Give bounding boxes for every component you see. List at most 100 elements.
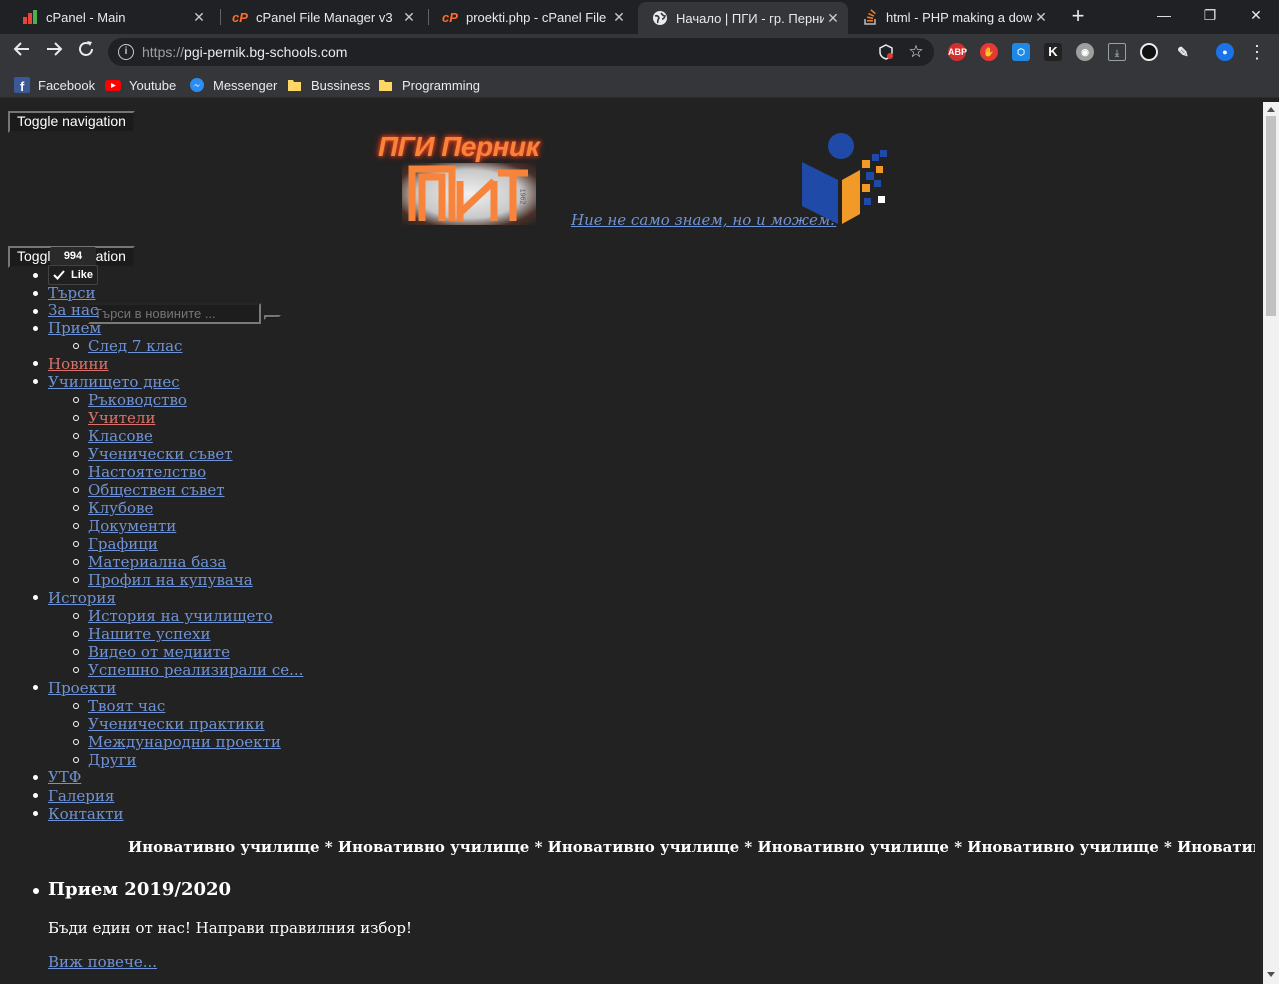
- nav-subitem-buyer-profile[interactable]: Профил на купувача: [88, 571, 253, 589]
- nav-item-school-today[interactable]: Училището днес: [48, 373, 180, 391]
- tab-title: cPanel File Manager v3: [256, 9, 393, 25]
- restore-button[interactable]: ❐: [1187, 0, 1233, 30]
- tab-stackoverflow[interactable]: html - PHP making a downl ✕: [848, 2, 1056, 32]
- nav-subitem-board[interactable]: Настоятелство: [88, 463, 206, 481]
- nav-item-news[interactable]: Новини: [48, 355, 109, 373]
- bookmark-youtube[interactable]: Youtube: [105, 76, 176, 94]
- back-button[interactable]: [10, 40, 34, 64]
- list-bullet: [73, 739, 79, 745]
- nav-item-gallery[interactable]: Галерия: [48, 787, 114, 805]
- adblock-extension-icon[interactable]: ABP: [948, 43, 967, 61]
- bookmark-facebook[interactable]: f Facebook: [14, 76, 95, 94]
- close-icon[interactable]: ✕: [400, 9, 418, 26]
- blocked-content-icon[interactable]: [878, 44, 894, 60]
- scroll-down-arrow-icon[interactable]: [1267, 972, 1275, 977]
- book-logo-icon: [802, 133, 887, 224]
- bookmark-messenger[interactable]: Messenger: [189, 76, 277, 94]
- list-bullet: [73, 577, 79, 583]
- pen-extension-icon[interactable]: ✎: [1174, 43, 1192, 61]
- nav-subitem-after-7th[interactable]: След 7 клас: [88, 337, 182, 355]
- list-bullet: [73, 397, 79, 403]
- address-bar[interactable]: i https://pgi-pernik.bg-schools.com ☆: [108, 38, 934, 66]
- translate-extension-icon[interactable]: ⬡: [1012, 43, 1030, 61]
- list-bullet: [73, 505, 79, 511]
- ghost-extension-icon[interactable]: ◉: [1076, 43, 1094, 61]
- profile-avatar-icon[interactable]: ●: [1216, 43, 1234, 61]
- list-bullet: [33, 685, 38, 690]
- bookmark-star-icon[interactable]: ☆: [908, 43, 924, 60]
- nav-subitem-documents[interactable]: Документи: [88, 517, 176, 535]
- marquee-text: Иновативно училище * Иновативно училище …: [128, 838, 1255, 856]
- tab-pgi-pernik[interactable]: Начало | ПГИ - гр. Перник ✕: [638, 2, 848, 34]
- list-bullet: [33, 793, 38, 798]
- toggle-navigation-button[interactable]: Toggle navigation: [8, 111, 135, 133]
- chrome-extension-icon[interactable]: [1140, 43, 1158, 61]
- close-icon[interactable]: ✕: [190, 9, 208, 26]
- list-bullet: [73, 451, 79, 457]
- scrollbar-thumb[interactable]: [1266, 116, 1276, 316]
- nav-subitem-international[interactable]: Международни проекти: [88, 733, 281, 751]
- page-scrollbar[interactable]: [1263, 102, 1279, 984]
- browser-toolbar: i https://pgi-pernik.bg-schools.com ☆ AB…: [0, 34, 1279, 70]
- slogan-link[interactable]: Ние не само знаем, но и можем!: [571, 211, 836, 229]
- nav-subitem-schedules[interactable]: Графици: [88, 535, 158, 553]
- stop-hand-extension-icon[interactable]: ✋: [980, 43, 998, 61]
- nav-subitem-student-council[interactable]: Ученически съвет: [88, 445, 233, 463]
- bookmark-folder-programming[interactable]: Programming: [378, 76, 480, 94]
- nav-subitem-clubs[interactable]: Клубове: [88, 499, 153, 517]
- nav-subitem-other[interactable]: Други: [88, 751, 136, 769]
- tab-cpanel-main[interactable]: cPanel - Main ✕: [8, 2, 214, 32]
- nav-item-contacts[interactable]: Контакти: [48, 805, 124, 823]
- close-icon[interactable]: ✕: [824, 10, 842, 27]
- close-icon[interactable]: ✕: [1032, 9, 1050, 26]
- site-info-icon[interactable]: i: [118, 44, 134, 60]
- menu-kebab-icon[interactable]: ⋮: [1245, 40, 1269, 64]
- stackoverflow-icon: [862, 9, 878, 25]
- url-text[interactable]: https://pgi-pernik.bg-schools.com: [142, 44, 347, 60]
- cpanel-logo-icon: cP: [442, 9, 458, 25]
- facebook-like-button[interactable]: Like: [48, 265, 98, 285]
- book-logo-image[interactable]: [800, 132, 890, 224]
- bookmark-folder-bussiness[interactable]: Bussiness: [287, 76, 370, 94]
- nav-item-search[interactable]: Търси: [48, 284, 96, 302]
- nav-subitem-alumni[interactable]: Успешно реализирали се...: [88, 661, 303, 679]
- reload-button[interactable]: [74, 40, 98, 64]
- list-bullet: [33, 595, 38, 600]
- forward-button[interactable]: [42, 40, 66, 64]
- list-bullet: [33, 326, 38, 331]
- scroll-up-arrow-icon[interactable]: [1267, 107, 1275, 112]
- news-search-input[interactable]: [88, 303, 261, 324]
- nav-item-utf[interactable]: УТФ: [48, 768, 81, 786]
- nav-subitem-student-practice[interactable]: Ученически практики: [88, 715, 265, 733]
- news-search-submit-button[interactable]: [264, 315, 281, 320]
- window-close-button[interactable]: ✕: [1233, 0, 1279, 30]
- nav-subitem-your-hour[interactable]: Твоят час: [88, 697, 165, 715]
- tab-title: cPanel - Main: [46, 9, 126, 25]
- list-bullet: [73, 703, 79, 709]
- new-tab-button[interactable]: +: [1066, 5, 1090, 29]
- school-logo-image[interactable]: 1962: [402, 163, 536, 225]
- svg-text:f: f: [20, 79, 25, 93]
- tab-cpanel-file-manager[interactable]: cP cPanel File Manager v3 ✕: [218, 2, 424, 32]
- news-read-more-link[interactable]: Виж повече...: [48, 953, 157, 971]
- close-icon[interactable]: ✕: [610, 9, 628, 26]
- nav-subitem-classes[interactable]: Класове: [88, 427, 153, 445]
- nav-subitem-media-video[interactable]: Видео от медиите: [88, 643, 230, 661]
- nav-item-projects[interactable]: Проекти: [48, 679, 116, 697]
- list-bullet: [33, 811, 38, 816]
- nav-item-history[interactable]: История: [48, 589, 116, 607]
- k-extension-icon[interactable]: K: [1044, 43, 1062, 61]
- nav-subitem-public-council[interactable]: Обществен съвет: [88, 481, 225, 499]
- nav-item-about[interactable]: За нас: [48, 301, 98, 319]
- nav-subitem-achievements[interactable]: Нашите успехи: [88, 625, 210, 643]
- tab-proekti-php[interactable]: cP proekti.php - cPanel File Ma ✕: [428, 2, 634, 32]
- nav-subitem-facilities[interactable]: Материална база: [88, 553, 226, 571]
- download-extension-icon[interactable]: ⤓: [1108, 43, 1126, 61]
- bookmark-label: Youtube: [129, 77, 177, 93]
- list-bullet: [73, 487, 79, 493]
- minimize-button[interactable]: —: [1141, 0, 1187, 30]
- nav-subitem-management[interactable]: Ръководство: [88, 391, 187, 409]
- nav-subitem-school-history[interactable]: История на училището: [88, 607, 273, 625]
- nav-item-admission[interactable]: Прием: [48, 319, 101, 337]
- nav-subitem-teachers[interactable]: Учители: [88, 409, 155, 427]
